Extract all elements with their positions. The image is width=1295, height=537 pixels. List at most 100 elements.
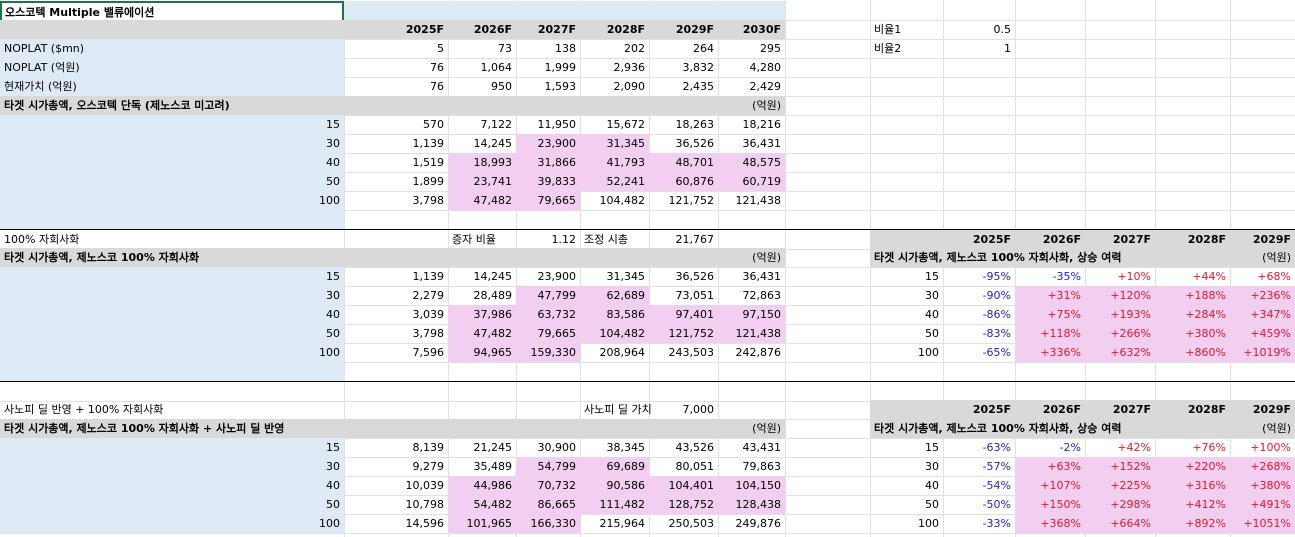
multiple-label[interactable]: 50 [0, 172, 344, 191]
unit-label[interactable]: (억원) [1230, 248, 1295, 267]
multiple-label[interactable]: 15 [870, 267, 943, 286]
value-cell[interactable]: 52,241 [580, 172, 649, 191]
value-cell[interactable]: 70,732 [516, 476, 580, 495]
value-cell[interactable]: 3,798 [344, 191, 448, 210]
value-cell[interactable]: 23,900 [516, 134, 580, 153]
multiple-label[interactable]: 30 [870, 286, 943, 305]
value-cell[interactable]: 1,064 [448, 58, 516, 77]
value-cell[interactable]: 69,689 [580, 457, 649, 476]
multiple-label[interactable]: 50 [870, 495, 943, 514]
value-cell[interactable]: 76 [344, 77, 448, 96]
value-cell[interactable]: 36,526 [649, 267, 718, 286]
multiple-label[interactable]: 100 [0, 191, 344, 210]
upside-cell[interactable]: +100% [1230, 438, 1295, 457]
upside-cell[interactable]: +336% [1015, 343, 1085, 362]
unit-label[interactable]: (억원) [718, 96, 785, 115]
multiple-label[interactable]: 15 [0, 267, 344, 286]
year-header[interactable]: 2030F [718, 20, 785, 39]
value-cell[interactable]: 79,863 [718, 457, 785, 476]
value-cell[interactable]: 104,482 [580, 324, 649, 343]
value-cell[interactable]: 10,798 [344, 495, 448, 514]
upside-cell[interactable]: +268% [1230, 457, 1295, 476]
year-header[interactable]: 2026F [448, 20, 516, 39]
upside-cell[interactable]: +368% [1015, 514, 1085, 533]
value-cell[interactable]: 215,964 [580, 514, 649, 533]
value-cell[interactable]: 97,401 [649, 305, 718, 324]
value-cell[interactable]: 73 [448, 39, 516, 58]
value-cell[interactable]: 43,526 [649, 438, 718, 457]
value-cell[interactable]: 250,503 [649, 514, 718, 533]
ratio-label[interactable]: 증자 비율 [448, 230, 516, 249]
year-header[interactable]: 2025F [344, 20, 448, 39]
upside-cell[interactable]: +266% [1085, 324, 1155, 343]
value-cell[interactable]: 76 [344, 58, 448, 77]
upside-cell[interactable]: +380% [1155, 324, 1230, 343]
row-label[interactable]: NOPLAT ($mn) [0, 39, 344, 58]
upside-cell[interactable]: +298% [1085, 495, 1155, 514]
upside-cell[interactable]: +284% [1155, 305, 1230, 324]
multiple-label[interactable]: 50 [870, 324, 943, 343]
multiple-label[interactable]: 40 [870, 476, 943, 495]
year-header[interactable]: 2027F [516, 20, 580, 39]
multiple-label[interactable]: 100 [0, 343, 344, 362]
value-cell[interactable]: 43,431 [718, 438, 785, 457]
year-header[interactable]: 2029F [1230, 400, 1295, 419]
value-cell[interactable]: 104,150 [718, 476, 785, 495]
year-header[interactable]: 2027F [1085, 400, 1155, 419]
value-cell[interactable]: 242,876 [718, 343, 785, 362]
section-header[interactable]: 타겟 시가총액, 제노스코 100% 자회사화 + 사노피 딜 반영 [0, 419, 600, 438]
upside-cell[interactable]: +1051% [1230, 514, 1295, 533]
upside-cell[interactable]: +316% [1155, 476, 1230, 495]
value-cell[interactable]: 80,051 [649, 457, 718, 476]
sheet-title[interactable]: 오스코텍 Multiple 밸류에이션 [0, 1, 344, 22]
adj-value[interactable]: 21,767 [649, 230, 718, 249]
value-cell[interactable]: 62,689 [580, 286, 649, 305]
value-cell[interactable]: 295 [718, 39, 785, 58]
value-cell[interactable]: 14,245 [448, 134, 516, 153]
value-cell[interactable]: 36,431 [718, 267, 785, 286]
section-header[interactable]: 타겟 시가총액, 제노스코 100% 자회사화 [0, 248, 600, 267]
value-cell[interactable]: 202 [580, 39, 649, 58]
multiple-label[interactable]: 50 [0, 495, 344, 514]
ratio-value[interactable]: 0.5 [943, 20, 1015, 39]
value-cell[interactable]: 5 [344, 39, 448, 58]
year-header[interactable]: 2027F [1085, 230, 1155, 249]
value-cell[interactable]: 44,986 [448, 476, 516, 495]
value-cell[interactable]: 159,330 [516, 343, 580, 362]
year-header[interactable]: 2028F [1155, 230, 1230, 249]
upside-cell[interactable]: -63% [943, 438, 1015, 457]
value-cell[interactable]: 128,752 [649, 495, 718, 514]
value-cell[interactable]: 249,876 [718, 514, 785, 533]
value-cell[interactable]: 3,798 [344, 324, 448, 343]
upside-cell[interactable]: -95% [943, 267, 1015, 286]
value-cell[interactable]: 1,139 [344, 267, 448, 286]
unit-label[interactable]: (억원) [1230, 419, 1295, 438]
upside-cell[interactable]: +1019% [1230, 343, 1295, 362]
deal-value[interactable]: 7,000 [649, 400, 718, 419]
year-header[interactable]: 2025F [943, 230, 1015, 249]
value-cell[interactable]: 48,701 [649, 153, 718, 172]
year-header[interactable]: 2026F [1015, 230, 1085, 249]
upside-cell[interactable]: +236% [1230, 286, 1295, 305]
upside-cell[interactable]: -57% [943, 457, 1015, 476]
value-cell[interactable]: 111,482 [580, 495, 649, 514]
upside-cell[interactable]: -90% [943, 286, 1015, 305]
value-cell[interactable]: 39,833 [516, 172, 580, 191]
value-cell[interactable]: 30,900 [516, 438, 580, 457]
upside-cell[interactable]: +892% [1155, 514, 1230, 533]
section-header[interactable]: 타겟 시가총액, 오스코텍 단독 (제노스코 미고려) [0, 96, 600, 115]
multiple-label[interactable]: 30 [0, 457, 344, 476]
value-cell[interactable]: 15,672 [580, 115, 649, 134]
value-cell[interactable]: 73,051 [649, 286, 718, 305]
value-cell[interactable]: 47,799 [516, 286, 580, 305]
unit-label[interactable]: (억원) [718, 248, 785, 267]
value-cell[interactable]: 97,150 [718, 305, 785, 324]
upside-cell[interactable]: +220% [1155, 457, 1230, 476]
value-cell[interactable]: 18,216 [718, 115, 785, 134]
value-cell[interactable]: 47,482 [448, 324, 516, 343]
value-cell[interactable]: 121,438 [718, 324, 785, 343]
multiple-label[interactable]: 15 [0, 115, 344, 134]
upside-cell[interactable]: -65% [943, 343, 1015, 362]
value-cell[interactable]: 9,279 [344, 457, 448, 476]
upside-cell[interactable]: +152% [1085, 457, 1155, 476]
